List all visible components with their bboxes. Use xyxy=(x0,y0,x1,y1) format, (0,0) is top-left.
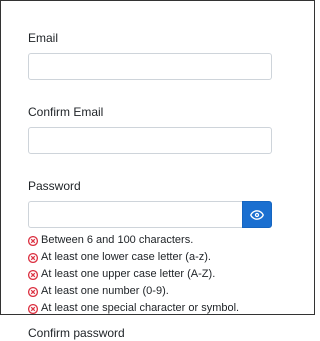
requirement-item: Between 6 and 100 characters. xyxy=(28,232,273,249)
password-label: Password xyxy=(28,179,81,193)
form-panel: Email Confirm Email Password Between 6 a… xyxy=(0,0,315,340)
confirm-email-field[interactable] xyxy=(28,127,272,154)
requirement-item: At least one lower case letter (a-z). xyxy=(28,249,273,266)
x-circle-icon xyxy=(28,235,38,246)
password-input-group xyxy=(28,201,272,228)
show-password-button[interactable] xyxy=(242,201,272,228)
requirement-text: At least one lower case letter (a-z). xyxy=(41,251,211,263)
x-circle-icon xyxy=(28,252,38,263)
requirement-item: At least one special character or symbol… xyxy=(28,300,273,317)
confirm-email-label: Confirm Email xyxy=(28,105,104,119)
requirement-text: At least one upper case letter (A-Z). xyxy=(41,268,216,280)
x-circle-icon xyxy=(28,303,38,314)
email-label: Email xyxy=(28,31,59,45)
password-requirements: Between 6 and 100 characters. At least o… xyxy=(28,232,273,317)
email-field[interactable] xyxy=(28,53,272,80)
x-circle-icon xyxy=(28,286,38,297)
x-circle-icon xyxy=(28,269,38,280)
requirement-item: At least one number (0-9). xyxy=(28,283,273,300)
confirm-password-label: Confirm password xyxy=(28,326,125,340)
eye-icon xyxy=(250,209,264,220)
requirement-text: At least one number (0-9). xyxy=(41,285,169,297)
requirement-item: At least one upper case letter (A-Z). xyxy=(28,266,273,283)
requirement-text: At least one special character or symbol… xyxy=(41,302,240,314)
registration-form: Email Confirm Email Password Between 6 a… xyxy=(28,30,273,341)
requirement-text: Between 6 and 100 characters. xyxy=(41,234,194,246)
password-field[interactable] xyxy=(28,201,242,228)
